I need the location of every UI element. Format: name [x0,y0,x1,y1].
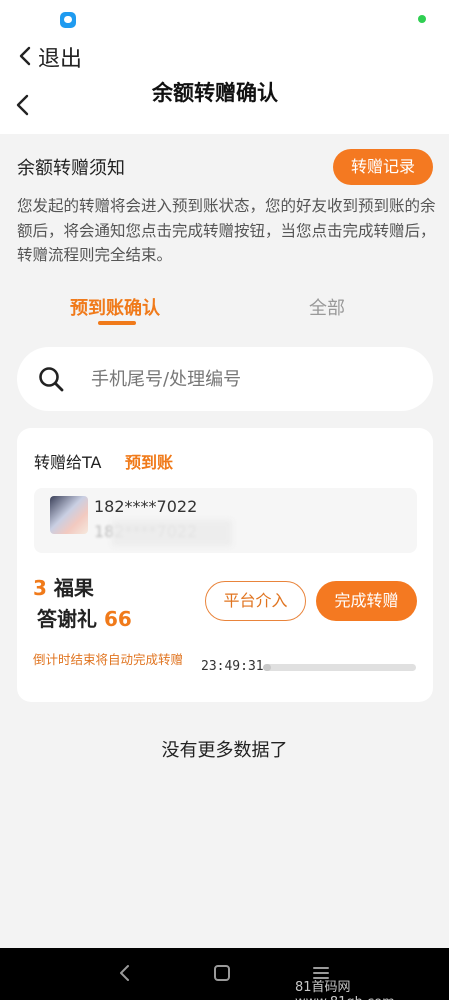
recipient-info: 182****7022 182****7022 [34,488,417,553]
transfer-records-button[interactable]: 转赠记录 [333,149,433,185]
no-more-data: 没有更多数据了 [161,740,288,761]
exit-button[interactable]: 退出 [38,41,82,73]
countdown-progress-fill [263,664,271,671]
tab-bar: 预到账确认 全部 [0,284,449,334]
countdown-progress-bar [263,664,416,671]
outer-nav-bar: 退出 [0,36,449,78]
search-icon [39,367,64,392]
chevron-left-icon[interactable] [16,46,36,66]
reward-unit: 福果 [53,576,94,600]
search-input[interactable] [91,347,411,411]
countdown-timer: 23:49:31 [201,659,264,674]
nav-back-icon[interactable] [117,964,133,982]
status-bar [0,0,449,36]
thanks-value: 66 [103,607,132,631]
avatar [50,496,88,534]
inner-nav-bar: 余额转赠确认 [0,78,449,134]
notice-title: 余额转赠须知 [17,158,125,179]
recipient-phone: 182****7022 [94,497,198,516]
reward-amount: 3 福果 [33,572,94,601]
privacy-blur [112,520,232,546]
thanks-label: 答谢礼 [37,607,97,631]
platform-intervene-button[interactable]: 平台介入 [205,581,306,621]
page-title: 余额转赠确认 [152,81,278,105]
active-tab-indicator [98,321,136,325]
transfer-to-label: 转赠给TA [34,453,102,472]
status-indicator-dot [418,15,426,23]
nav-home-icon[interactable] [214,965,230,981]
system-nav-bar: 81首码网www.81qh.com [0,948,449,1000]
notice-body: 您发起的转赠将会进入预到账状态，您的好友收到预到账的余额后，将会通知您点击完成转… [17,197,436,264]
tab-all[interactable]: 全部 [309,294,345,320]
back-arrow-icon[interactable] [14,94,34,116]
tab-pending-confirm[interactable]: 预到账确认 [70,294,160,320]
reward-count-value: 3 [33,576,47,600]
transfer-card: 转赠给TA 预到账 182****7022 182****7022 3 福果 答… [17,428,433,702]
transfer-notice: 余额转赠须知 转赠记录 您发起的转赠将会进入预到账状态，您的好友收到预到账的余额… [0,134,449,274]
countdown-note: 倒计时结束将自动完成转赠 [33,652,184,667]
thanks-gift: 答谢礼 66 [37,603,132,632]
status-badge: 预到账 [125,453,174,472]
complete-transfer-button[interactable]: 完成转赠 [316,581,417,621]
watermark: 81首码网www.81qh.com [295,980,395,1000]
chat-bubble-icon [60,12,76,28]
search-bar [17,347,433,411]
